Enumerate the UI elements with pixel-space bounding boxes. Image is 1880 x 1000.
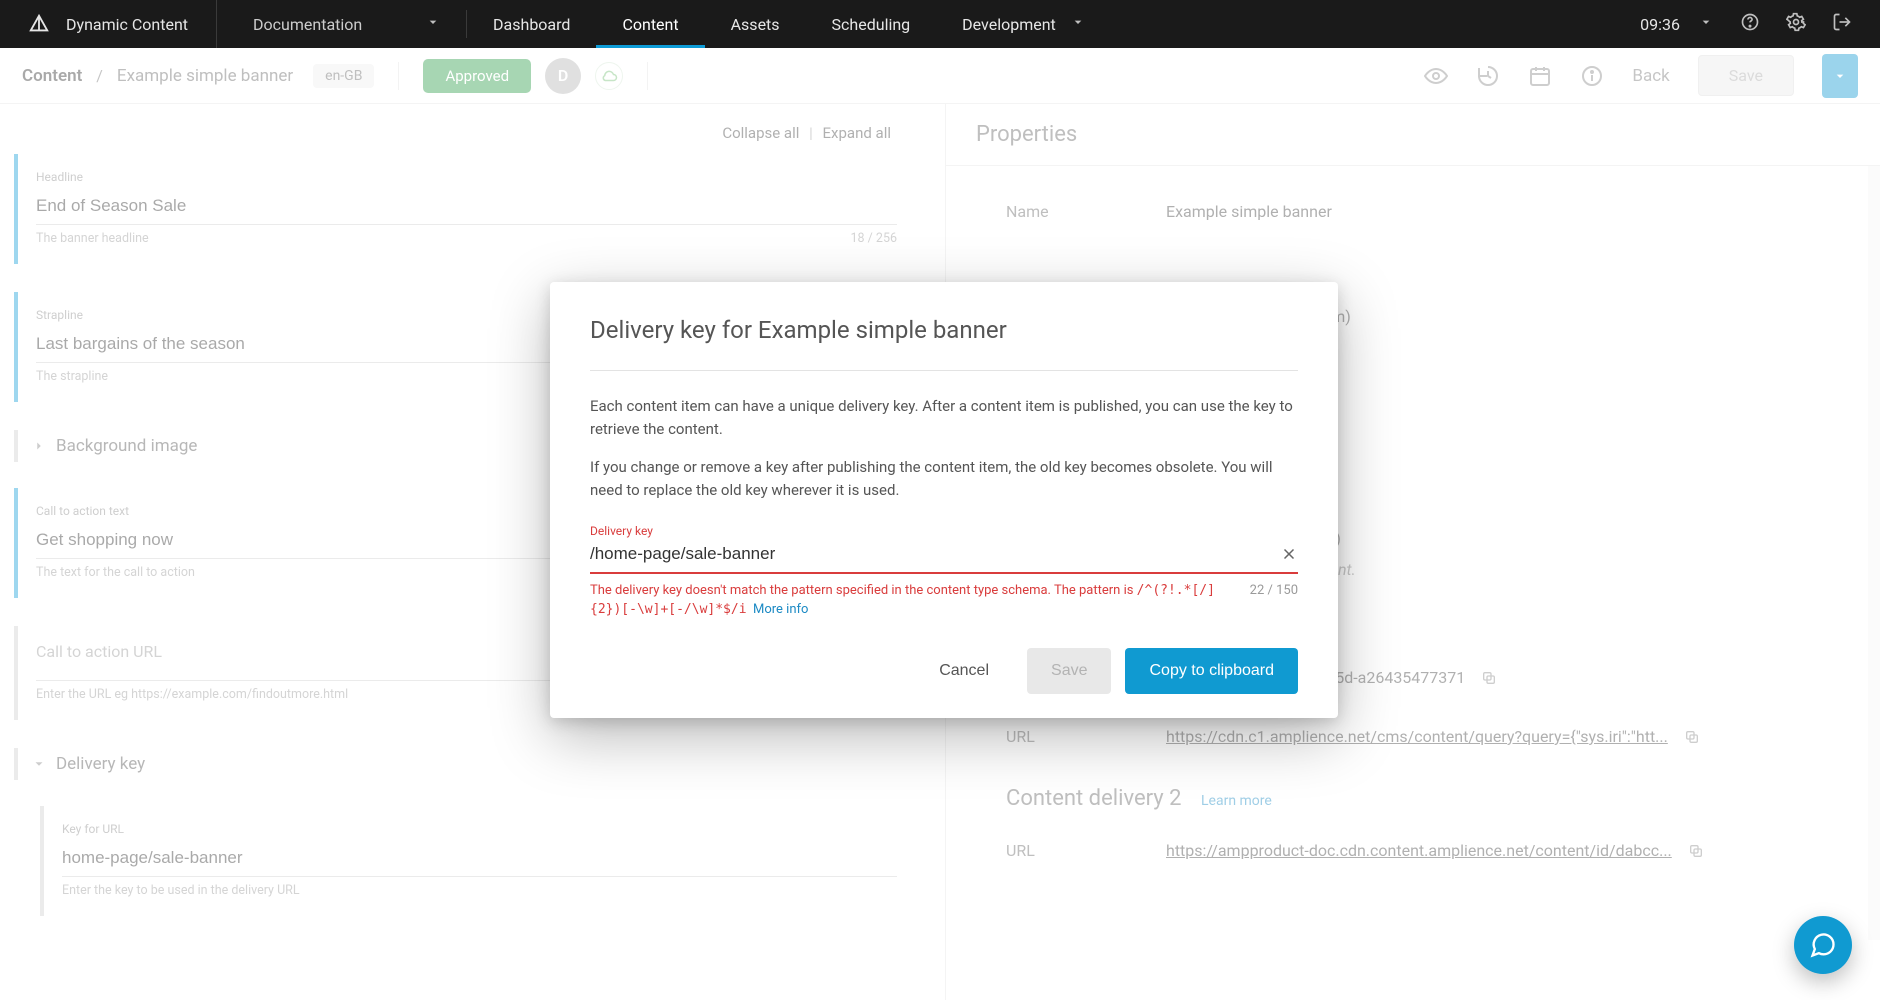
brand-cluster: Dynamic Content: [0, 0, 217, 48]
modal-divider: [590, 370, 1298, 371]
nav-scheduling-label: Scheduling: [832, 15, 911, 34]
modal-paragraph-1: Each content item can have a unique deli…: [590, 395, 1298, 442]
settings-gear-icon[interactable]: [1786, 12, 1806, 36]
copy-to-clipboard-button[interactable]: Copy to clipboard: [1125, 648, 1298, 694]
cancel-button[interactable]: Cancel: [915, 648, 1013, 694]
chat-fab[interactable]: [1794, 916, 1852, 974]
brand-logo-icon: [28, 13, 50, 35]
nav-assets[interactable]: Assets: [705, 0, 806, 48]
nav-scheduling[interactable]: Scheduling: [806, 0, 937, 48]
delivery-key-input[interactable]: [590, 544, 1280, 564]
delivery-key-counter: 22 / 150: [1250, 582, 1298, 620]
nav-content-label: Content: [622, 15, 678, 34]
chevron-down-icon: [425, 14, 441, 34]
help-icon[interactable]: [1740, 12, 1760, 36]
clear-input-icon[interactable]: [1280, 545, 1298, 563]
more-info-link[interactable]: More info: [753, 602, 808, 617]
save-button-disabled: Save: [1027, 648, 1111, 694]
error-prefix: The delivery key doesn't match the patte…: [590, 583, 1137, 598]
nav-development-label: Development: [962, 15, 1056, 34]
delivery-key-error-text: The delivery key doesn't match the patte…: [590, 582, 1230, 620]
topnav: Documentation Dashboard Content Assets S…: [217, 0, 1112, 48]
modal-title: Delivery key for Example simple banner: [590, 316, 1298, 344]
chevron-down-icon: [1070, 14, 1086, 34]
logout-icon[interactable]: [1832, 12, 1852, 36]
topbar-right: 09:36: [1612, 0, 1880, 48]
delivery-key-label: Delivery key: [590, 524, 1298, 538]
clock-time: 09:36: [1640, 15, 1680, 34]
nav-documentation-label: Documentation: [253, 15, 362, 34]
delivery-key-modal: Delivery key for Example simple banner E…: [550, 282, 1338, 718]
modal-paragraph-2: If you change or remove a key after publ…: [590, 456, 1298, 503]
nav-dashboard[interactable]: Dashboard: [467, 0, 596, 48]
nav-documentation[interactable]: Documentation: [227, 0, 467, 48]
brand-name: Dynamic Content: [66, 15, 188, 34]
nav-development[interactable]: Development: [936, 0, 1112, 48]
nav-dashboard-label: Dashboard: [493, 15, 570, 34]
nav-content[interactable]: Content: [596, 0, 704, 48]
time-cluster[interactable]: 09:36: [1640, 14, 1714, 34]
topbar: Dynamic Content Documentation Dashboard …: [0, 0, 1880, 48]
modal-actions: Cancel Save Copy to clipboard: [590, 648, 1298, 694]
nav-assets-label: Assets: [731, 15, 780, 34]
chevron-down-icon: [1698, 14, 1714, 34]
delivery-key-error-row: The delivery key doesn't match the patte…: [590, 582, 1298, 620]
delivery-key-input-wrap: [590, 538, 1298, 574]
